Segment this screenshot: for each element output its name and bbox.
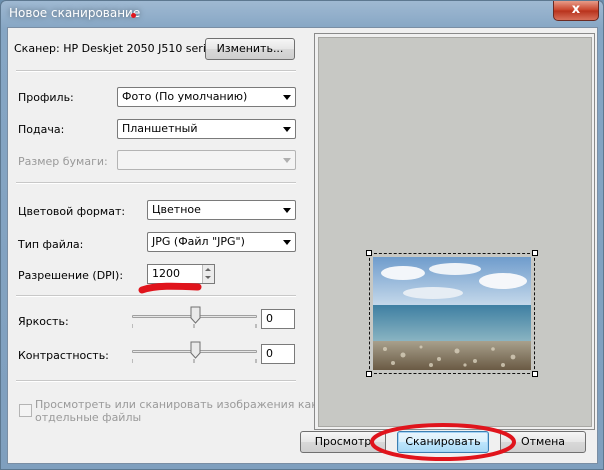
- spin-down-icon: [205, 276, 211, 279]
- slider-thumb-icon[interactable]: [190, 341, 201, 359]
- crop-selection-frame[interactable]: [366, 250, 538, 377]
- chevron-down-icon: [283, 158, 291, 163]
- profile-select[interactable]: Фото (По умолчанию): [117, 87, 296, 107]
- spin-up-icon: [205, 268, 211, 271]
- chevron-down-icon: [283, 240, 291, 245]
- annotation-dot: [131, 13, 136, 18]
- source-value: Планшетный: [122, 122, 198, 135]
- crop-handle-bottom-left[interactable]: [366, 371, 372, 377]
- crop-handle-top-left[interactable]: [366, 250, 372, 256]
- paper-size-label: Размер бумаги:: [18, 155, 108, 168]
- chevron-down-icon: [283, 208, 291, 213]
- scan-preview-area: [318, 37, 592, 427]
- separate-files-label-2: отдельные файлы: [35, 411, 142, 424]
- color-format-label: Цветовой формат:: [18, 205, 126, 218]
- brightness-value: 0: [266, 312, 273, 325]
- source-label: Подача:: [18, 123, 65, 136]
- file-type-label: Тип файла:: [18, 238, 84, 251]
- separator: [16, 182, 296, 184]
- chevron-down-icon: [283, 95, 291, 100]
- brightness-input[interactable]: 0: [261, 309, 295, 329]
- slider-thumb-icon[interactable]: [190, 306, 201, 324]
- separator: [16, 380, 296, 382]
- cancel-button-label: Отмена: [520, 435, 566, 448]
- dialog-client: Сканер: HP Deskjet 2050 J510 series ... …: [7, 27, 598, 464]
- crop-handle-bottom-right[interactable]: [532, 371, 538, 377]
- window-title: Новое сканирование: [9, 6, 141, 20]
- file-type-select[interactable]: JPG (Файл "JPG"): [147, 232, 296, 252]
- close-button[interactable]: x: [553, 1, 599, 21]
- resolution-value: 1200: [152, 267, 180, 280]
- separate-files-checkbox[interactable]: [19, 404, 32, 417]
- crop-handle-top-right[interactable]: [532, 250, 538, 256]
- contrast-ticks: [132, 359, 257, 363]
- brightness-ticks: [132, 324, 257, 328]
- paper-size-select[interactable]: [117, 150, 296, 170]
- color-format-value: Цветное: [152, 203, 201, 216]
- annotation-circle: [370, 423, 516, 461]
- scan-window: Новое сканирование x Сканер: HP Deskjet …: [0, 0, 604, 470]
- title-bar: Новое сканирование x: [1, 1, 603, 27]
- source-select[interactable]: Планшетный: [117, 119, 296, 139]
- resolution-label: Разрешение (DPI):: [18, 269, 124, 282]
- preview-button-label: Просмотр: [314, 435, 372, 448]
- color-format-select[interactable]: Цветное: [147, 200, 296, 220]
- close-icon: x: [571, 2, 581, 17]
- separator: [16, 295, 296, 297]
- chevron-down-icon: [283, 127, 291, 132]
- profile-value: Фото (По умолчанию): [122, 90, 248, 103]
- separator: [16, 70, 296, 72]
- preview-pane[interactable]: [314, 33, 595, 430]
- contrast-label: Контрастность:: [18, 349, 109, 362]
- change-scanner-button[interactable]: Изменить...: [205, 38, 295, 60]
- contrast-input[interactable]: 0: [261, 344, 295, 364]
- separate-files-label-1: Просмотреть или сканировать изображения …: [35, 398, 318, 411]
- contrast-value: 0: [266, 347, 273, 360]
- brightness-label: Яркость:: [18, 315, 69, 328]
- change-scanner-label: Изменить...: [216, 42, 284, 55]
- file-type-value: JPG (Файл "JPG"): [152, 235, 245, 248]
- profile-label: Профиль:: [18, 91, 74, 104]
- scanner-label: Сканер: HP Deskjet 2050 J510 series ...: [14, 42, 233, 55]
